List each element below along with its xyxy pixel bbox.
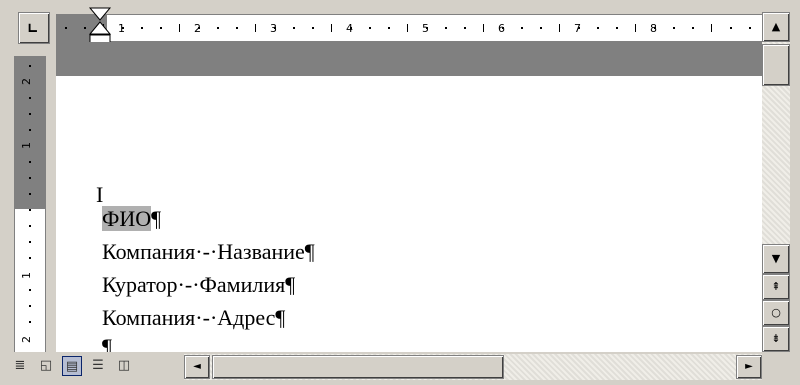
next-page-button[interactable]: ⇟ (762, 326, 790, 352)
ruler-tick (407, 24, 408, 32)
ruler-tick (369, 27, 371, 29)
ruler-tick (635, 24, 636, 32)
bottom-bar: ≣ ◱ ▤ ☰ ◫ ◄ ► (8, 352, 762, 382)
vertical-ruler-tick (29, 241, 31, 243)
reading-view-icon: ◫ (117, 358, 131, 373)
vertical-ruler-tick (29, 129, 31, 131)
ruler-tick (350, 27, 352, 29)
ruler-tick (141, 27, 143, 29)
vertical-ruler-tick (29, 193, 31, 195)
previous-page-button[interactable]: ⇞ (762, 274, 790, 300)
vertical-ruler-tick (29, 113, 31, 115)
ruler-tick (388, 27, 390, 29)
arrow-right-icon: ► (745, 361, 753, 372)
scroll-up-button[interactable]: ▲ (762, 12, 790, 42)
ruler-tick (331, 24, 332, 32)
arrow-down-icon: ▼ (771, 252, 781, 265)
horizontal-ruler[interactable]: 12345678 (56, 14, 764, 42)
vertical-ruler-tick (29, 65, 31, 67)
scroll-left-button[interactable]: ◄ (184, 355, 210, 379)
double-arrow-up-icon: ⇞ (771, 280, 781, 293)
vertical-ruler-number: 2 (20, 78, 33, 85)
ruler-tick (483, 24, 484, 32)
ruler-tick (654, 27, 656, 29)
scrollbar-corner (762, 352, 790, 382)
horizontal-scroll-thumb[interactable] (212, 355, 504, 379)
ruler-tick (749, 27, 751, 29)
tab-stop-icon: ∟ (28, 19, 38, 38)
circle-icon: ○ (771, 306, 781, 319)
vertical-ruler-tick (29, 161, 31, 163)
document-line[interactable]: Куратор·-·Фамилия¶ (102, 272, 295, 298)
vertical-ruler-tick (29, 225, 31, 227)
vertical-ruler-tick (29, 257, 31, 259)
ruler-tick (84, 27, 86, 29)
ruler-tick (122, 27, 124, 29)
ruler-tick (293, 27, 295, 29)
ruler-tick (578, 27, 580, 29)
ruler-tick (312, 27, 314, 29)
ruler-tick (597, 27, 599, 29)
vertical-scrollbar[interactable]: ▲ ▼ ⇞ ○ ⇟ (762, 12, 790, 352)
ruler-tick (616, 27, 618, 29)
vertical-ruler-tick (29, 177, 31, 179)
print-layout-view-icon: ▤ (65, 359, 79, 374)
ruler-tick (502, 27, 504, 29)
ruler-tick (179, 24, 180, 32)
vertical-ruler-tick (29, 305, 31, 307)
vertical-ruler-tick (29, 97, 31, 99)
vertical-ruler[interactable]: 2 1 1 2 (14, 56, 46, 354)
ruler-tick (464, 27, 466, 29)
normal-view-button[interactable]: ≣ (10, 356, 30, 376)
reading-view-button[interactable]: ◫ (114, 356, 134, 376)
arrow-up-icon: ▲ (771, 20, 781, 33)
normal-view-icon: ≣ (14, 358, 26, 373)
scroll-down-button[interactable]: ▼ (762, 244, 790, 274)
ruler-tick (559, 24, 560, 32)
horizontal-scrollbar[interactable]: ◄ ► (184, 354, 762, 380)
selected-text[interactable]: ФИО (102, 206, 152, 231)
tab-selector-button[interactable]: ∟ (18, 12, 50, 44)
print-layout-view-button[interactable]: ▤ (62, 356, 82, 376)
vertical-scroll-thumb[interactable] (762, 44, 790, 86)
document-line[interactable]: Компания·-·Название¶ (102, 239, 315, 265)
select-browse-object-button[interactable]: ○ (762, 300, 790, 326)
web-layout-view-button[interactable]: ◱ (36, 356, 56, 376)
vertical-ruler-number: 1 (20, 142, 33, 149)
vertical-ruler-tick (29, 289, 31, 291)
web-layout-view-icon: ◱ (39, 358, 53, 373)
ruler-tick (236, 27, 238, 29)
vertical-ruler-tick (29, 321, 31, 323)
ruler-tick (445, 27, 447, 29)
ruler-tick (274, 27, 276, 29)
ruler-tick (521, 27, 523, 29)
double-arrow-down-icon: ⇟ (771, 332, 781, 345)
document-line[interactable]: Компания·-·Адрес¶ (102, 305, 285, 331)
ruler-tick (692, 27, 694, 29)
ruler-tick (217, 27, 219, 29)
ruler-tick (673, 27, 675, 29)
ruler-tick (160, 27, 162, 29)
document-page[interactable]: I ФИО¶ Компания·-·Название¶ Куратор·-·Фами… (56, 76, 762, 359)
ruler-tick (65, 27, 67, 29)
ruler-tick (711, 24, 712, 32)
ruler-tick (198, 27, 200, 29)
vertical-ruler-number: 1 (20, 272, 33, 279)
arrow-left-icon: ◄ (193, 361, 201, 372)
page-gap (56, 42, 762, 76)
ruler-tick (540, 27, 542, 29)
text-cursor-icon: I (96, 182, 104, 207)
ruler-tick (730, 27, 732, 29)
ruler-tick (255, 24, 256, 32)
scroll-right-button[interactable]: ► (736, 355, 762, 379)
outline-view-icon: ☰ (92, 358, 104, 373)
vertical-ruler-tick (29, 209, 31, 211)
ruler-tick (426, 27, 428, 29)
vertical-ruler-number: 2 (20, 336, 33, 343)
document-line[interactable]: ФИО¶ (102, 206, 161, 232)
outline-view-button[interactable]: ☰ (88, 356, 108, 376)
